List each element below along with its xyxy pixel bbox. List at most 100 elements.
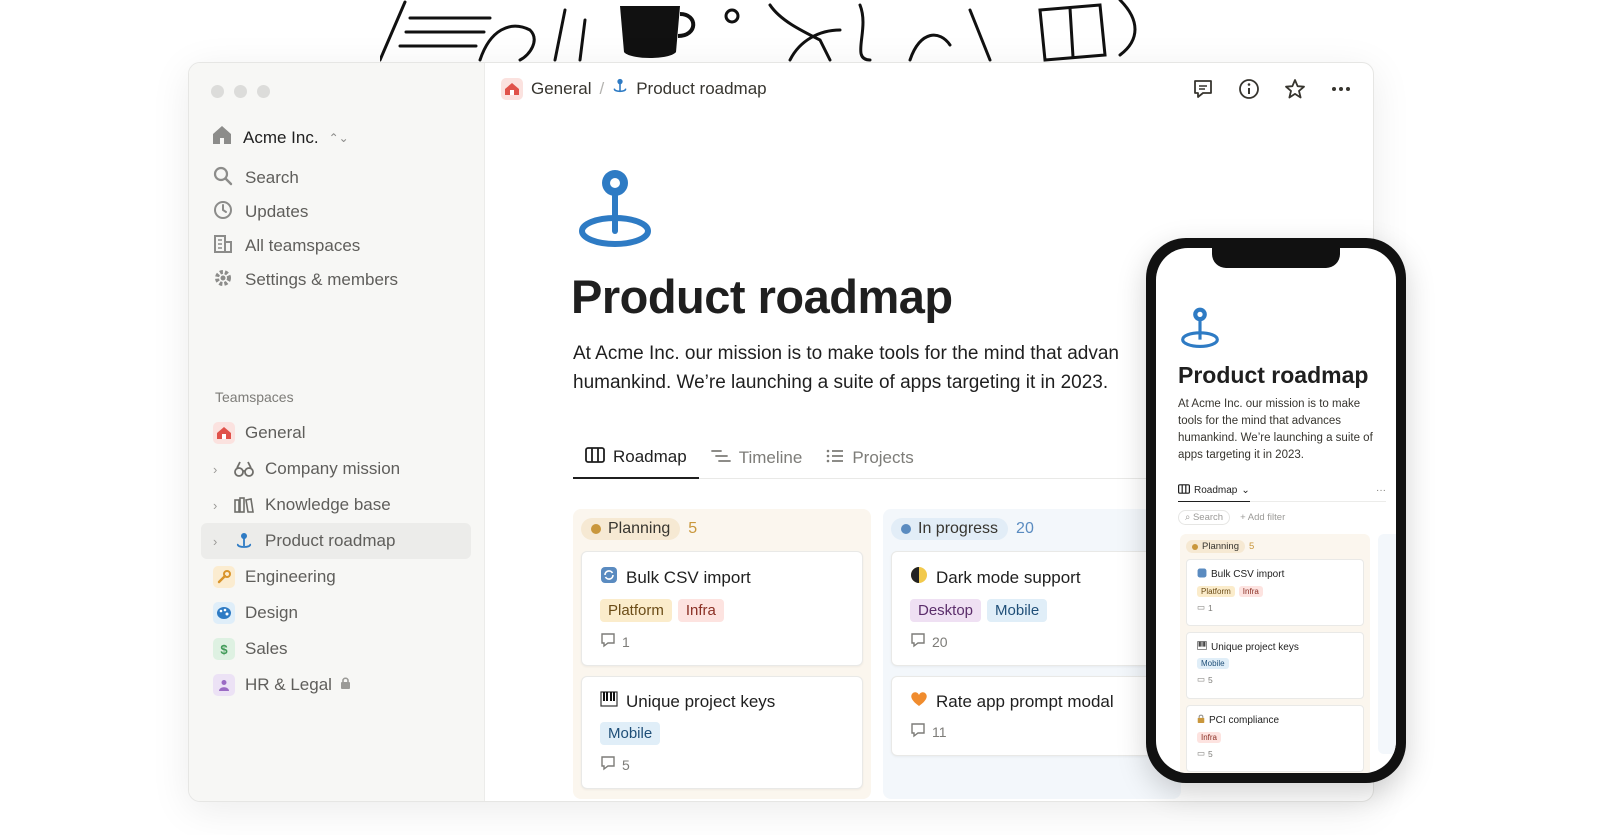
card-tags: Platform Infra xyxy=(600,599,844,622)
mobile-tab-label: Roadmap xyxy=(1194,484,1238,496)
status-label: Planning xyxy=(608,520,671,537)
chevron-right-icon[interactable]: › xyxy=(213,462,229,477)
mobile-search-button[interactable]: ⌕ Search xyxy=(1178,510,1231,525)
sidebar-item-label: Product roadmap xyxy=(265,531,396,550)
star-icon[interactable] xyxy=(1283,77,1307,101)
sidebar-nav: Search Updates All teamspaces Settings &… xyxy=(209,161,469,297)
tag-platform[interactable]: Platform xyxy=(600,599,672,622)
sidebar-item-engineering[interactable]: Engineering xyxy=(201,559,471,595)
workspace-switcher[interactable]: Acme Inc. ⌃⌄ xyxy=(211,125,349,150)
sidebar-item-company-mission[interactable]: › Company mission xyxy=(201,451,471,487)
card-rate-app-prompt-modal[interactable]: Rate app prompt modal 11 xyxy=(891,676,1173,756)
card-unique-project-keys[interactable]: Unique project keys Mobile 5 xyxy=(581,676,863,789)
status-dot xyxy=(1192,543,1198,550)
more-icon[interactable] xyxy=(1329,77,1353,101)
status-label: In progress xyxy=(918,520,999,537)
column-in-progress: In progress 20 Dark mode support Desktop… xyxy=(883,509,1181,799)
dollar-icon: $ xyxy=(213,638,235,660)
tag-infra[interactable]: Infra xyxy=(1197,732,1222,743)
wrench-icon xyxy=(213,566,235,588)
status-pill[interactable]: Planning xyxy=(1186,540,1245,553)
column-count: 5 xyxy=(688,520,698,537)
card-title-text: Unique project keys xyxy=(1211,641,1299,653)
timeline-icon xyxy=(710,448,731,469)
sidebar-item-label: Knowledge base xyxy=(265,495,391,514)
tab-projects[interactable]: Projects xyxy=(814,437,925,479)
breadcrumb-current[interactable]: Product roadmap xyxy=(636,79,766,99)
sidebar: Acme Inc. ⌃⌄ Search Updates All teamspac… xyxy=(189,63,485,801)
pin-icon xyxy=(1180,306,1220,353)
mobile-column-in-progress xyxy=(1378,534,1396,754)
refresh-icon xyxy=(600,566,618,589)
sidebar-item-product-roadmap[interactable]: › Product roadmap xyxy=(201,523,471,559)
chevron-down-icon: ⌄ xyxy=(1241,484,1250,496)
board-icon xyxy=(585,446,605,468)
search-icon: ⌕ xyxy=(1185,512,1193,523)
sidebar-item-sales[interactable]: $ Sales xyxy=(201,631,471,667)
status-pill[interactable]: Planning xyxy=(581,518,681,540)
card-title-text: Bulk CSV import xyxy=(626,567,751,587)
heart-icon xyxy=(910,691,928,712)
phone-notch xyxy=(1212,248,1340,268)
tag-infra[interactable]: Infra xyxy=(1238,586,1263,597)
breadcrumb-separator: / xyxy=(599,78,605,98)
sidebar-item-search[interactable]: Search xyxy=(209,161,469,195)
breadcrumb: General / Product roadmap xyxy=(501,77,767,100)
close-window-button[interactable] xyxy=(211,85,224,98)
page-description: At Acme Inc. our mission is to make tool… xyxy=(573,343,1119,393)
house-icon xyxy=(211,125,233,150)
mobile-tab-roadmap[interactable]: Roadmap ⌄ xyxy=(1178,480,1250,502)
card-title: Unique project keys xyxy=(1197,641,1353,653)
tag-mobile[interactable]: Mobile xyxy=(1197,658,1229,669)
card-title: Bulk CSV import xyxy=(600,566,844,589)
tag-mobile[interactable]: Mobile xyxy=(987,599,1048,622)
chevron-right-icon[interactable]: › xyxy=(213,534,229,549)
comment-count: 5 xyxy=(622,756,630,773)
comment-icon: ▭ xyxy=(1197,748,1206,758)
view-tabs: Roadmap Timeline Projects xyxy=(573,437,1213,479)
sidebar-item-knowledge-base[interactable]: › Knowledge base xyxy=(201,487,471,523)
comment-icon: ▭ xyxy=(1197,674,1206,684)
tab-timeline[interactable]: Timeline xyxy=(699,437,815,479)
status-dot xyxy=(591,524,601,534)
building-icon xyxy=(213,234,233,259)
tag-mobile[interactable]: Mobile xyxy=(600,722,661,745)
piano-icon xyxy=(600,691,618,712)
minimize-window-button[interactable] xyxy=(234,85,247,98)
card-bulk-csv-import[interactable]: Bulk CSV import Platform Infra 1 xyxy=(581,551,863,666)
tag-infra[interactable]: Infra xyxy=(677,599,724,622)
mobile-more-button[interactable]: ··· xyxy=(1376,485,1386,496)
sidebar-item-settings[interactable]: Settings & members xyxy=(209,263,469,297)
mobile-card-bulk-csv-import[interactable]: Bulk CSV import Platform Infra ▭ 1 xyxy=(1186,559,1364,626)
palette-icon xyxy=(213,602,235,624)
card-dark-mode-support[interactable]: Dark mode support Desktop Mobile 20 xyxy=(891,551,1173,666)
comment-count: 5 xyxy=(1208,674,1213,685)
comment-icon xyxy=(600,755,616,774)
mobile-card-pci-compliance[interactable]: PCI compliance Infra ▭ 5 xyxy=(1186,705,1364,772)
info-icon[interactable] xyxy=(1237,77,1261,101)
tag-desktop[interactable]: Desktop xyxy=(910,599,982,622)
sidebar-item-updates[interactable]: Updates xyxy=(209,195,469,229)
sidebar-item-all-teamspaces[interactable]: All teamspaces xyxy=(209,229,469,263)
sidebar-item-hr-legal[interactable]: HR & Legal xyxy=(201,667,471,703)
sidebar-item-label: Design xyxy=(245,603,298,622)
mobile-card-unique-project-keys[interactable]: Unique project keys Mobile ▭ 5 xyxy=(1186,632,1364,699)
comment-icon[interactable] xyxy=(1191,77,1215,101)
zoom-window-button[interactable] xyxy=(257,85,270,98)
sidebar-item-design[interactable]: Design xyxy=(201,595,471,631)
chevron-right-icon[interactable]: › xyxy=(213,498,229,513)
teamspaces-section-label: Teamspaces xyxy=(215,389,294,405)
tab-label: Timeline xyxy=(738,448,803,467)
tab-roadmap[interactable]: Roadmap xyxy=(573,437,699,479)
sidebar-item-label: Sales xyxy=(245,639,288,658)
page-actions xyxy=(1191,77,1353,101)
comment-count: 1 xyxy=(1208,602,1213,613)
page-pin-icon[interactable] xyxy=(577,167,653,252)
status-pill[interactable]: In progress xyxy=(891,518,1009,540)
sidebar-item-general[interactable]: General xyxy=(201,415,471,451)
card-tags: Platform Infra xyxy=(1197,586,1353,597)
mobile-view-tabs: Roadmap ⌄ ··· xyxy=(1178,480,1386,502)
tag-platform[interactable]: Platform xyxy=(1197,586,1235,597)
mobile-add-filter-button[interactable]: + Add filter xyxy=(1240,512,1285,523)
breadcrumb-parent[interactable]: General xyxy=(531,79,591,99)
